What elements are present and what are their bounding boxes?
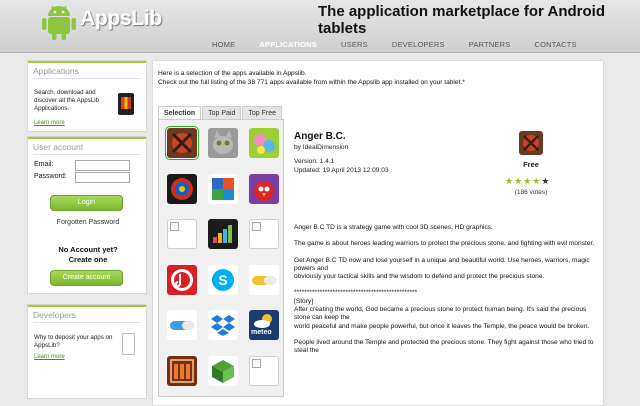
cube-game-app-icon[interactable] bbox=[208, 355, 238, 386]
developers-box: Developers Why to deposit your apps on A… bbox=[27, 304, 147, 399]
dropbox-app-icon[interactable] bbox=[208, 310, 238, 340]
pill-app-icon[interactable] bbox=[249, 264, 279, 295]
device-icon bbox=[122, 333, 135, 355]
star-icon: ★ bbox=[514, 176, 524, 186]
description-paragraph: world peaceful and make people powerful,… bbox=[294, 322, 590, 330]
tablet-icon bbox=[118, 93, 134, 115]
create-account-button[interactable]: Create account bbox=[50, 270, 123, 286]
meteo-app-icon[interactable]: meteo bbox=[249, 310, 279, 340]
nav-applications[interactable]: APPLICATIONS bbox=[247, 40, 329, 49]
office-suite-app-icon[interactable] bbox=[208, 173, 238, 204]
password-label: Password: bbox=[34, 173, 67, 180]
description-paragraph: After creating the world, God became a p… bbox=[294, 306, 587, 322]
selected-app-icon bbox=[519, 131, 543, 155]
star-icon: ★ bbox=[523, 176, 533, 186]
broken-image-icon[interactable] bbox=[249, 355, 279, 386]
angry-birds-app-icon[interactable] bbox=[249, 173, 279, 204]
intro-line-2: Check out the full listing of the 38 771… bbox=[158, 78, 465, 86]
description-paragraph: obviously your tactical skills and the w… bbox=[294, 273, 545, 281]
tab-selection[interactable]: Selection bbox=[158, 106, 202, 119]
description-paragraph: Anger B.C TD is a strategy game with coo… bbox=[294, 224, 493, 231]
tab-top-free[interactable]: Top Free bbox=[242, 106, 282, 119]
applications-box-title: Applications bbox=[28, 61, 146, 78]
nav-home[interactable]: HOME bbox=[200, 40, 247, 49]
site-tagline: The application marketplace for Android … bbox=[318, 3, 605, 37]
app-description: Anger B.C TD is a strategy game with coo… bbox=[294, 224, 599, 356]
main-nav: HOME APPLICATIONS USERS DEVELOPERS PARTNERS C… bbox=[200, 40, 589, 49]
anger-bc-app-icon[interactable] bbox=[165, 126, 199, 160]
main-panel: Here is a selection of the apps availabl… bbox=[152, 60, 604, 406]
login-button[interactable]: Login bbox=[50, 195, 123, 211]
email-field[interactable] bbox=[75, 160, 130, 171]
android-logo-icon[interactable] bbox=[40, 4, 78, 40]
description-paragraph: [Story] bbox=[294, 297, 314, 305]
email-label: Email: bbox=[34, 161, 54, 168]
nav-contacts[interactable]: CONTACTS bbox=[522, 40, 588, 49]
abacus-app-icon[interactable] bbox=[167, 355, 197, 386]
applications-box: Applications Search, download and discov… bbox=[27, 60, 147, 132]
app-title: Anger B.C. bbox=[294, 131, 346, 142]
app-tabs: Selection Top Paid Top Free bbox=[158, 106, 283, 119]
review-count: (186 votes) bbox=[514, 189, 548, 196]
site-header: AppsLib The application marketplace for … bbox=[0, 0, 640, 53]
no-account-line: No Account yet? bbox=[58, 245, 118, 254]
skype-app-icon[interactable]: S bbox=[208, 264, 238, 295]
password-field[interactable] bbox=[75, 172, 130, 183]
music-app-icon[interactable] bbox=[167, 264, 197, 295]
broken-image-icon[interactable] bbox=[167, 219, 197, 249]
tab-top-paid[interactable]: Top Paid bbox=[202, 106, 242, 119]
broken-image-icon[interactable] bbox=[249, 219, 279, 249]
nav-developers[interactable]: DEVELOPERS bbox=[380, 40, 457, 49]
intro-text: Here is a selection of the apps availabl… bbox=[158, 70, 598, 87]
star-icon: ★ bbox=[532, 176, 542, 186]
left-sidebar: Applications Search, download and discov… bbox=[27, 60, 147, 403]
applications-learn-more-link[interactable]: Learn more bbox=[34, 120, 65, 126]
app-grid: Smeteo bbox=[158, 119, 284, 397]
no-account-text: No Account yet? Create one bbox=[28, 245, 148, 265]
app-version: Version: 1.4.1 bbox=[294, 158, 335, 165]
rating-stars: ★★★★★ bbox=[505, 176, 550, 187]
app-developer: by IdealDimension bbox=[294, 144, 349, 151]
user-account-title: User account bbox=[28, 137, 146, 154]
forgotten-password-link[interactable]: Forgotten Password bbox=[28, 219, 148, 226]
developers-learn-more-link[interactable]: Learn more bbox=[34, 354, 65, 360]
bubble-app-icon[interactable] bbox=[249, 128, 279, 158]
nav-partners[interactable]: PARTNERS bbox=[457, 40, 523, 49]
description-paragraph: ****************************************… bbox=[294, 289, 418, 297]
deezer-app-icon[interactable] bbox=[208, 219, 238, 249]
applications-description: Search, download and discover all the Ap… bbox=[34, 89, 100, 112]
meteo-label: meteo bbox=[251, 329, 272, 336]
capsule-app-icon[interactable] bbox=[167, 310, 197, 340]
svg-text:S: S bbox=[218, 272, 227, 288]
intro-line-1: Here is a selection of the apps availabl… bbox=[158, 70, 307, 77]
nav-users[interactable]: USERS bbox=[329, 40, 380, 49]
app-price: Free bbox=[523, 160, 539, 169]
description-paragraph: Get Anger B.C TD now and lose yourself i… bbox=[294, 256, 590, 272]
talking-cat-app-icon[interactable] bbox=[208, 128, 238, 158]
star-icon: ★ bbox=[505, 176, 515, 186]
developers-box-title: Developers bbox=[28, 305, 146, 322]
description-paragraph: People lived around the Temple and prote… bbox=[294, 338, 594, 355]
developers-description: Why to deposit your apps on AppsLib? bbox=[34, 334, 113, 349]
star-icon: ★ bbox=[541, 176, 551, 186]
create-one-line: Create one bbox=[68, 255, 108, 264]
spiral-game-app-icon[interactable] bbox=[167, 173, 197, 204]
user-account-box: User account Email: Password: Login Forg… bbox=[27, 136, 147, 294]
app-updated: Updated: 19 April 2013 12:09:03 bbox=[294, 167, 389, 174]
brand-name[interactable]: AppsLib bbox=[80, 7, 162, 31]
description-paragraph: The game is about heroes leading warrior… bbox=[294, 240, 595, 248]
